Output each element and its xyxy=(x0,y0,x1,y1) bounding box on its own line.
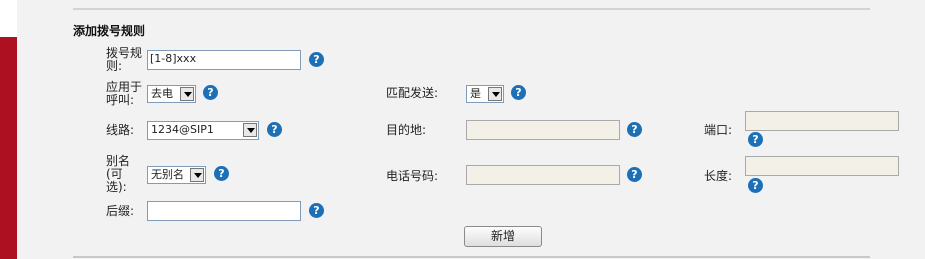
suffix-help-icon[interactable]: ? xyxy=(309,203,324,218)
match-send-select[interactable]: 是 xyxy=(466,85,504,103)
apply-to-call-help-icon[interactable]: ? xyxy=(203,85,218,100)
line-value: 1234@SIP1 xyxy=(151,123,214,136)
dropdown-arrow-icon[interactable] xyxy=(488,87,502,101)
match-send-label: 匹配发送: xyxy=(386,86,439,100)
alias-help-icon[interactable]: ? xyxy=(214,166,229,181)
phone-number-input[interactable] xyxy=(466,165,620,185)
apply-to-call-value: 去电 xyxy=(151,87,173,100)
phone-number-label: 电话号码: xyxy=(386,169,439,183)
destination-help-icon[interactable]: ? xyxy=(627,122,642,137)
section-title: 添加拨号规则 xyxy=(73,24,146,38)
alias-select[interactable]: 无别名 xyxy=(147,166,206,184)
length-label: 长度: xyxy=(704,169,733,183)
dial-rule-label: 拨号规则: xyxy=(106,46,143,73)
match-send-help-icon[interactable]: ? xyxy=(511,85,526,100)
destination-label: 目的地: xyxy=(386,123,427,137)
dial-rule-input[interactable]: [1-8]xxx xyxy=(147,50,301,70)
port-input[interactable] xyxy=(745,111,899,131)
dropdown-arrow-icon[interactable] xyxy=(180,87,194,101)
line-help-icon[interactable]: ? xyxy=(267,122,282,137)
alias-value: 无别名 xyxy=(151,168,184,181)
line-select[interactable]: 1234@SIP1 xyxy=(147,121,259,140)
add-button[interactable]: 新增 xyxy=(464,226,542,247)
phone-number-help-icon[interactable]: ? xyxy=(627,167,642,182)
side-accent-bar xyxy=(0,37,17,259)
port-label: 端口: xyxy=(704,123,733,137)
dropdown-arrow-icon[interactable] xyxy=(243,123,257,137)
dropdown-arrow-icon[interactable] xyxy=(190,168,204,182)
match-send-value: 是 xyxy=(470,87,481,100)
dial-rule-help-icon[interactable]: ? xyxy=(309,52,324,67)
suffix-label: 后缀: xyxy=(106,204,135,218)
length-help-icon[interactable]: ? xyxy=(748,178,763,193)
line-label: 线路: xyxy=(106,123,135,137)
alias-label: 别名(可选): xyxy=(106,154,131,194)
apply-to-call-select[interactable]: 去电 xyxy=(147,85,196,103)
length-input[interactable] xyxy=(745,156,899,176)
bottom-divider xyxy=(73,256,870,258)
suffix-input[interactable] xyxy=(147,201,301,221)
destination-input[interactable] xyxy=(466,120,620,140)
port-help-icon[interactable]: ? xyxy=(748,132,763,147)
apply-to-call-label: 应用于呼叫: xyxy=(106,80,143,107)
top-divider xyxy=(73,8,870,10)
